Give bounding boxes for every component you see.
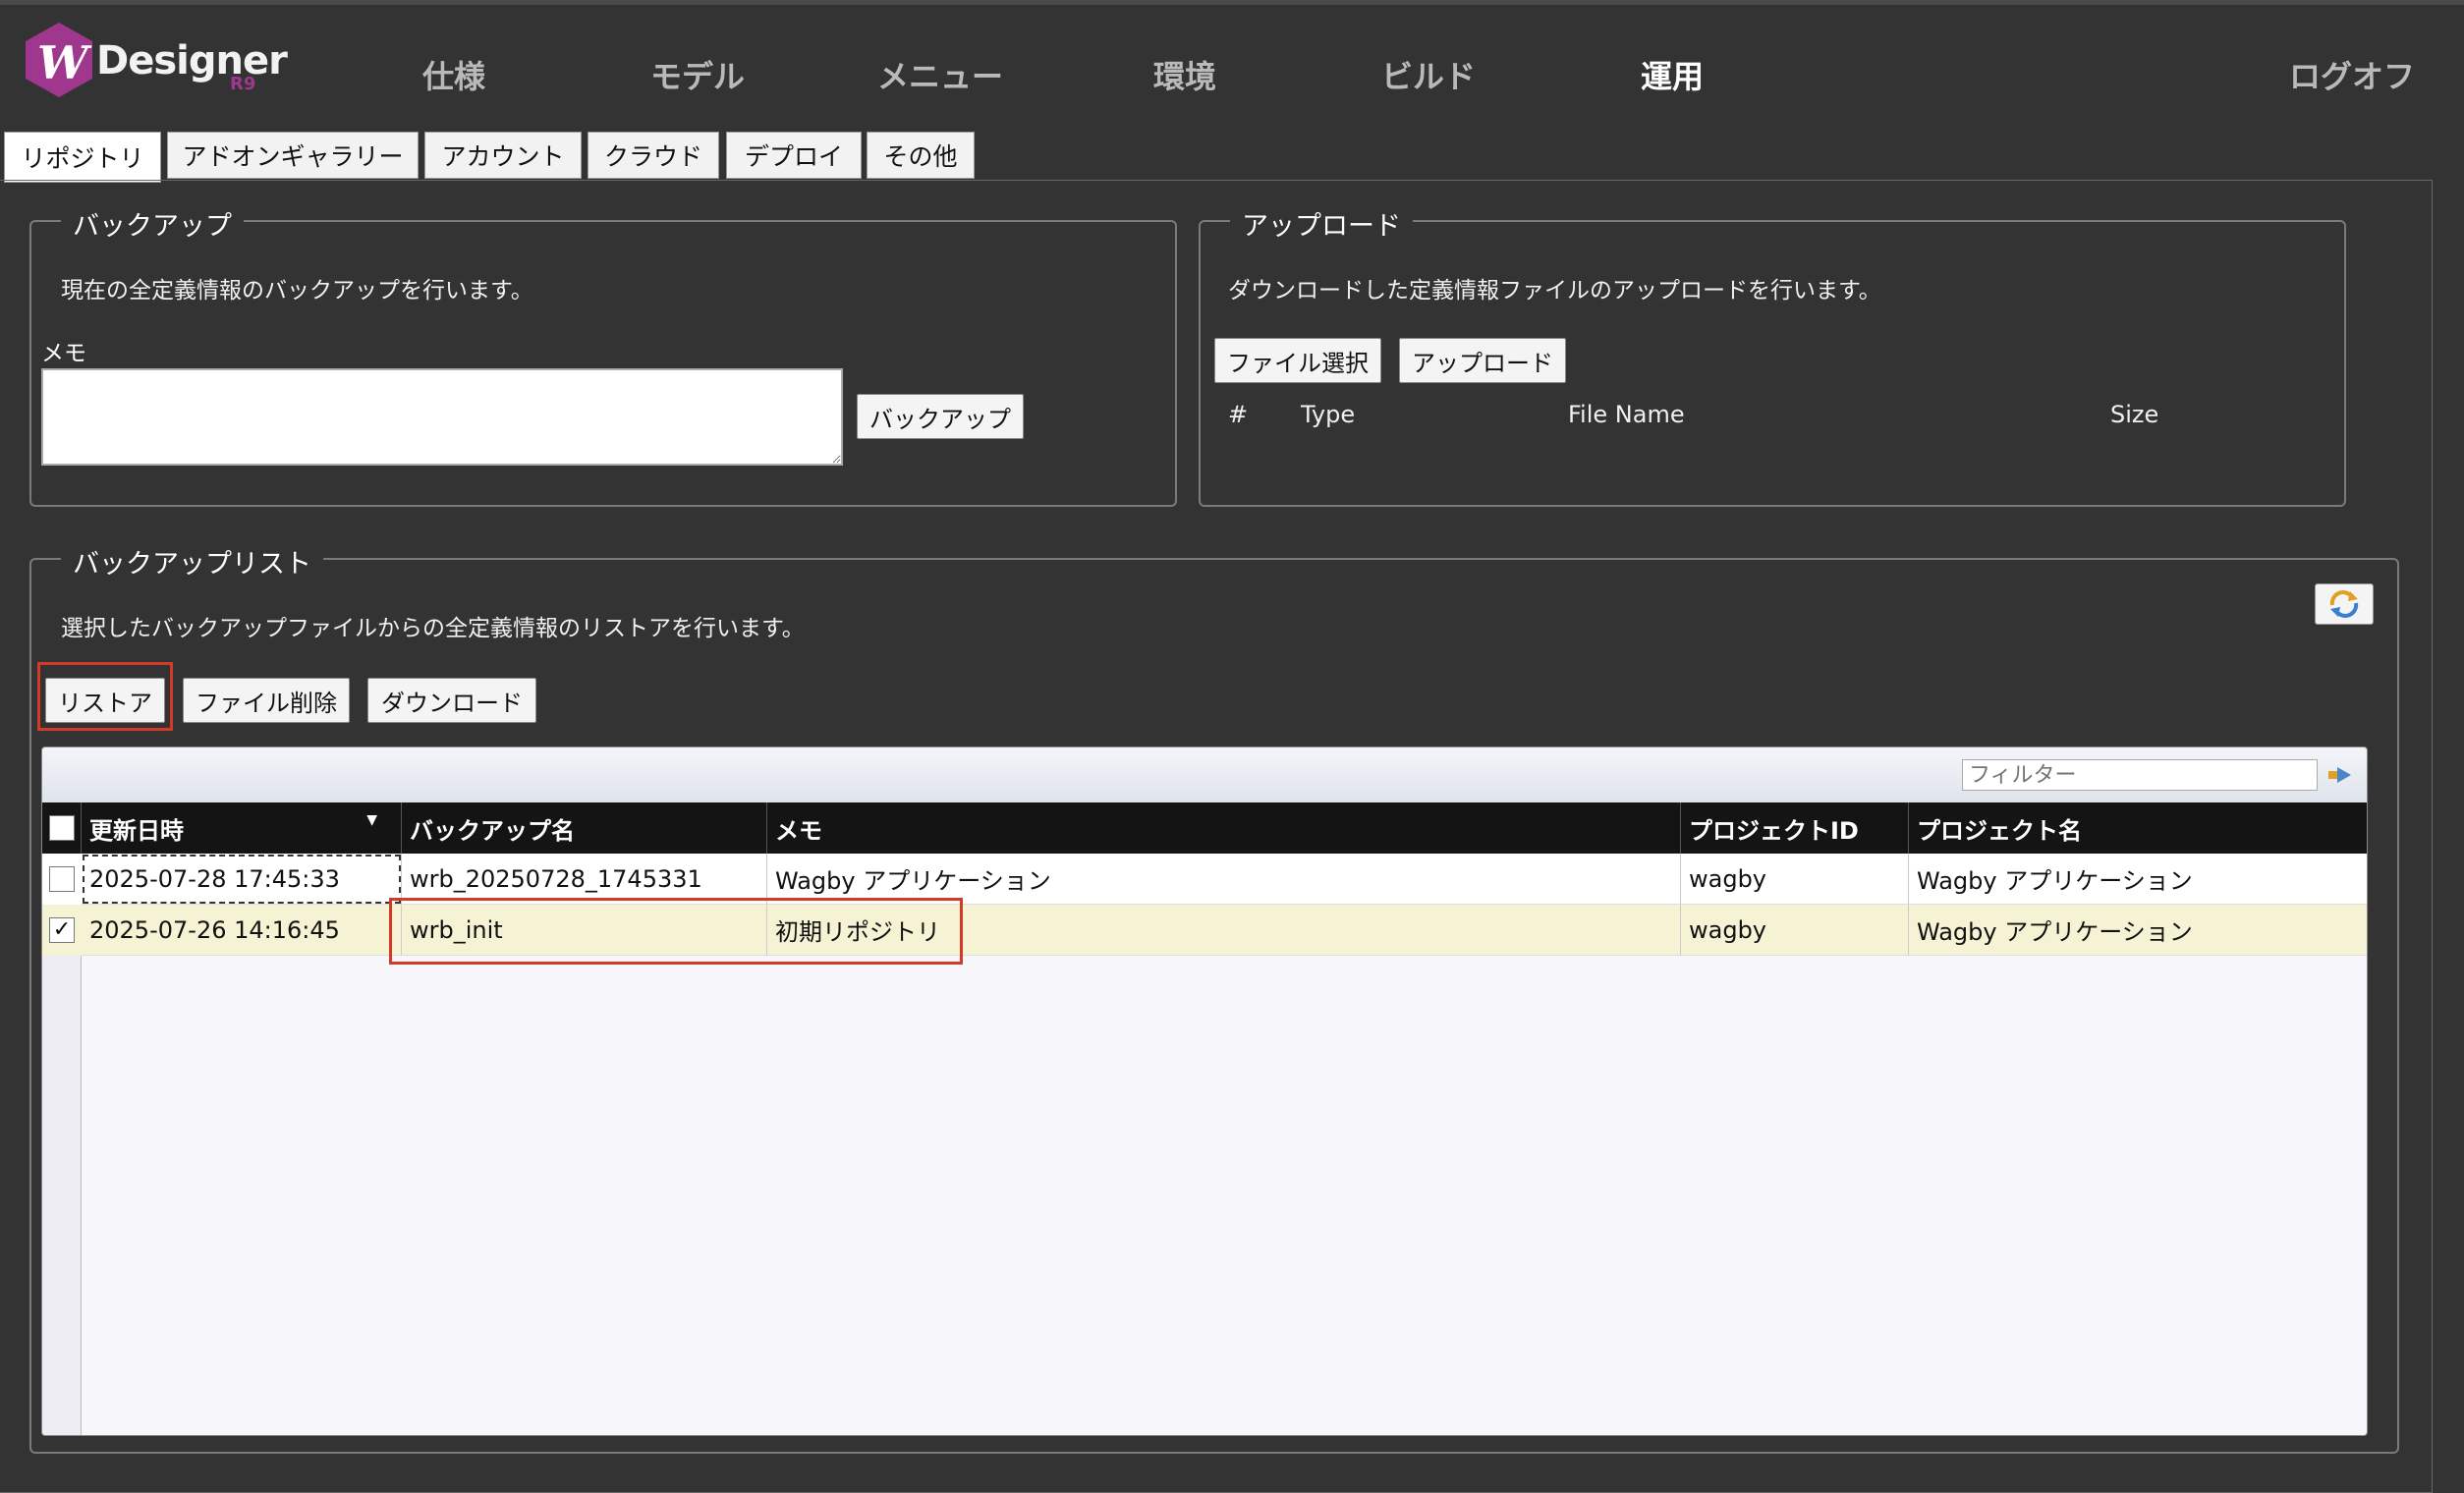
- tab-addon-gallery[interactable]: アドオンギャラリー: [167, 132, 419, 179]
- delete-file-button[interactable]: ファイル削除: [183, 678, 350, 723]
- cell-project-name: Wagby アプリケーション: [1909, 905, 2367, 956]
- backup-grid: 更新日時 ▼ バックアップ名 メモ プロジェクトID プロジェクト名 2025-…: [41, 746, 2368, 1436]
- logo-version: R9: [230, 74, 256, 94]
- backup-legend: バックアップ: [61, 204, 244, 243]
- memo-textarea[interactable]: [41, 368, 843, 466]
- select-all-checkbox[interactable]: [48, 815, 75, 841]
- row-checkbox-checked[interactable]: ✓: [49, 917, 75, 943]
- filter-apply-icon[interactable]: [2327, 765, 2353, 785]
- restore-button-highlight: [37, 662, 173, 731]
- tab-cloud[interactable]: クラウド: [588, 132, 719, 179]
- sort-desc-icon: ▼: [366, 812, 377, 828]
- filter-input[interactable]: [1962, 759, 2318, 791]
- app-logo: W Designer R9: [24, 21, 288, 99]
- upload-col-type: Type: [1301, 401, 1356, 428]
- refresh-icon: [2329, 590, 2359, 618]
- upload-legend: アップロード: [1230, 204, 1413, 243]
- backup-button[interactable]: バックアップ: [857, 394, 1024, 439]
- backup-list-legend: バックアップリスト: [61, 542, 323, 581]
- memo-label: メモ: [41, 341, 86, 366]
- cell-project-id: wagby: [1681, 854, 1909, 905]
- upload-col-filename: File Name: [1568, 401, 1685, 428]
- cell-project-name: Wagby アプリケーション: [1909, 854, 2367, 905]
- tab-other[interactable]: その他: [867, 132, 975, 179]
- row-highlight-box: [389, 898, 963, 965]
- logoff-link[interactable]: ログオフ: [2289, 52, 2415, 97]
- nav-item-build[interactable]: ビルド: [1381, 52, 1476, 97]
- header-select-all: [42, 802, 82, 854]
- backup-description: 現在の全定義情報のバックアップを行います。: [61, 278, 533, 304]
- cell-project-id: wagby: [1681, 905, 1909, 956]
- col-header-updated[interactable]: 更新日時 ▼: [82, 802, 402, 854]
- col-header-memo[interactable]: メモ: [767, 802, 1681, 854]
- nav-item-operation[interactable]: 運用: [1641, 52, 1704, 97]
- logo-designer-text: Designer: [96, 38, 288, 83]
- upload-col-size: Size: [2110, 401, 2159, 428]
- backup-list-description: 選択したバックアップファイルからの全定義情報のリストアを行います。: [61, 616, 805, 641]
- upload-col-number: #: [1228, 401, 1249, 428]
- col-header-updated-label: 更新日時: [89, 816, 184, 845]
- col-header-backup-name[interactable]: バックアップ名: [402, 802, 767, 854]
- nav-item-spec[interactable]: 仕様: [422, 52, 485, 97]
- refresh-button[interactable]: [2315, 583, 2374, 625]
- cell-updated: 2025-07-28 17:45:33: [82, 854, 402, 905]
- col-header-project-id[interactable]: プロジェクトID: [1681, 802, 1909, 854]
- upload-button[interactable]: アップロード: [1399, 338, 1566, 383]
- tab-account[interactable]: アカウント: [424, 132, 582, 179]
- nav-item-menu[interactable]: メニュー: [877, 52, 1003, 97]
- tab-repository[interactable]: リポジトリ: [4, 132, 161, 183]
- file-select-button[interactable]: ファイル選択: [1214, 338, 1381, 383]
- row-checkbox[interactable]: [49, 866, 75, 892]
- upload-description: ダウンロードした定義情報ファイルのアップロードを行います。: [1228, 278, 1881, 304]
- col-header-project-name[interactable]: プロジェクト名: [1909, 802, 2367, 854]
- cell-updated: 2025-07-26 14:16:45: [82, 905, 402, 956]
- logo-w-letter: W: [37, 36, 88, 89]
- nav-item-model[interactable]: モデル: [650, 52, 745, 97]
- download-button[interactable]: ダウンロード: [367, 678, 536, 723]
- grid-toolbar: [42, 747, 2367, 802]
- nav-item-environment[interactable]: 環境: [1153, 52, 1216, 97]
- tab-deploy[interactable]: デプロイ: [726, 132, 862, 179]
- top-navigation-bar: W Designer R9 仕様 モデル メニュー 環境 ビルド 運用 ログオフ: [0, 0, 2464, 113]
